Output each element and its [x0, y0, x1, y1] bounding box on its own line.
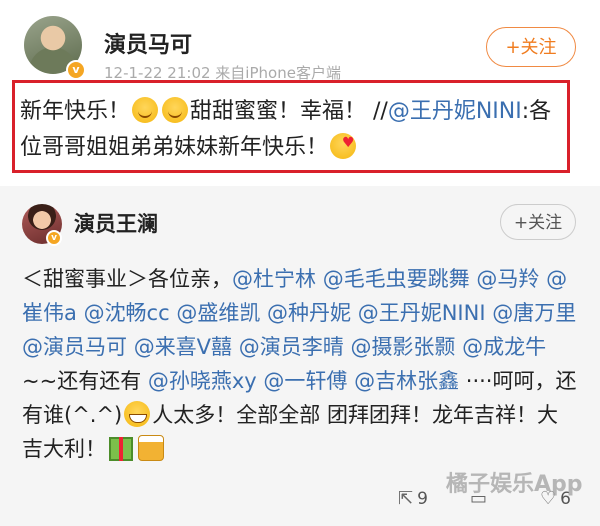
- post-text: 新年快乐！ 甜甜蜜蜜！幸福！ //@王丹妮NINI:各位哥哥姐姐弟弟妹妹新年快乐！: [20, 94, 560, 166]
- mention-link[interactable]: @唐万里: [492, 301, 576, 325]
- gift-emoji-icon: [109, 437, 133, 461]
- mention-link[interactable]: @演员马可: [22, 335, 127, 359]
- mention-link[interactable]: @吉林张鑫: [354, 369, 459, 393]
- repost-action[interactable]: ⇱ 9: [398, 488, 428, 509]
- verified-badge-icon: v: [46, 230, 62, 246]
- beer-emoji-icon: [138, 435, 164, 461]
- mention-link[interactable]: @成龙牛: [462, 335, 546, 359]
- original-post-text: ＜甜蜜事业＞各位亲，@杜宁林 @毛毛虫要跳舞 @马羚 @崔伟a @沈畅cc @盛…: [22, 262, 578, 466]
- watermark: 橘子娱乐App: [446, 472, 583, 497]
- post-text-part: 甜甜蜜蜜！幸福！ //: [190, 99, 388, 124]
- verified-badge-icon: v: [66, 60, 86, 80]
- post-text-part: 新年快乐！: [20, 99, 131, 124]
- text-segment: ＜甜蜜事业＞各位亲，: [22, 267, 232, 291]
- text-segment: [77, 301, 84, 325]
- smile-emoji-icon: [162, 97, 189, 123]
- mention-link[interactable]: @种丹妮: [267, 301, 351, 325]
- mention-link[interactable]: @一轩傅: [263, 369, 347, 393]
- text-segment: ~~还有还有: [22, 369, 148, 393]
- repost-count: 9: [417, 489, 428, 509]
- mention-link[interactable]: @王丹妮NINI: [388, 99, 522, 124]
- kiss-emoji-icon: [330, 125, 357, 161]
- mention-link[interactable]: @盛维凯: [176, 301, 260, 325]
- weibo-post: v 演员马可 12-1-22 21:02 来自iPhone客户端 +关注 新年快…: [0, 0, 600, 178]
- mention-link[interactable]: @演员李晴: [239, 335, 344, 359]
- mention-link[interactable]: @来喜V囍: [134, 335, 232, 359]
- follow-button[interactable]: +关注: [486, 27, 576, 67]
- mention-link[interactable]: @杜宁林: [232, 267, 316, 291]
- repost-icon: ⇱: [398, 488, 414, 509]
- mention-link[interactable]: @摄影张颢: [350, 335, 455, 359]
- text-segment: [316, 267, 323, 291]
- mention-link[interactable]: @毛毛虫要跳舞: [323, 267, 470, 291]
- mention-link[interactable]: @沈畅cc: [84, 301, 170, 325]
- author-name[interactable]: 演员马可: [104, 27, 192, 59]
- text-segment: [127, 335, 134, 359]
- text-segment: [232, 335, 239, 359]
- mention-link[interactable]: @马羚: [476, 267, 539, 291]
- text-segment: [351, 301, 358, 325]
- smile-emoji-icon: [132, 97, 159, 123]
- mention-link[interactable]: @孙晓燕xy: [148, 369, 257, 393]
- grin-emoji-icon: [124, 401, 151, 427]
- mention-link[interactable]: @王丹妮NINI: [358, 301, 486, 325]
- original-author-name[interactable]: 演员王澜: [74, 208, 158, 238]
- original-follow-button[interactable]: +关注: [500, 204, 576, 240]
